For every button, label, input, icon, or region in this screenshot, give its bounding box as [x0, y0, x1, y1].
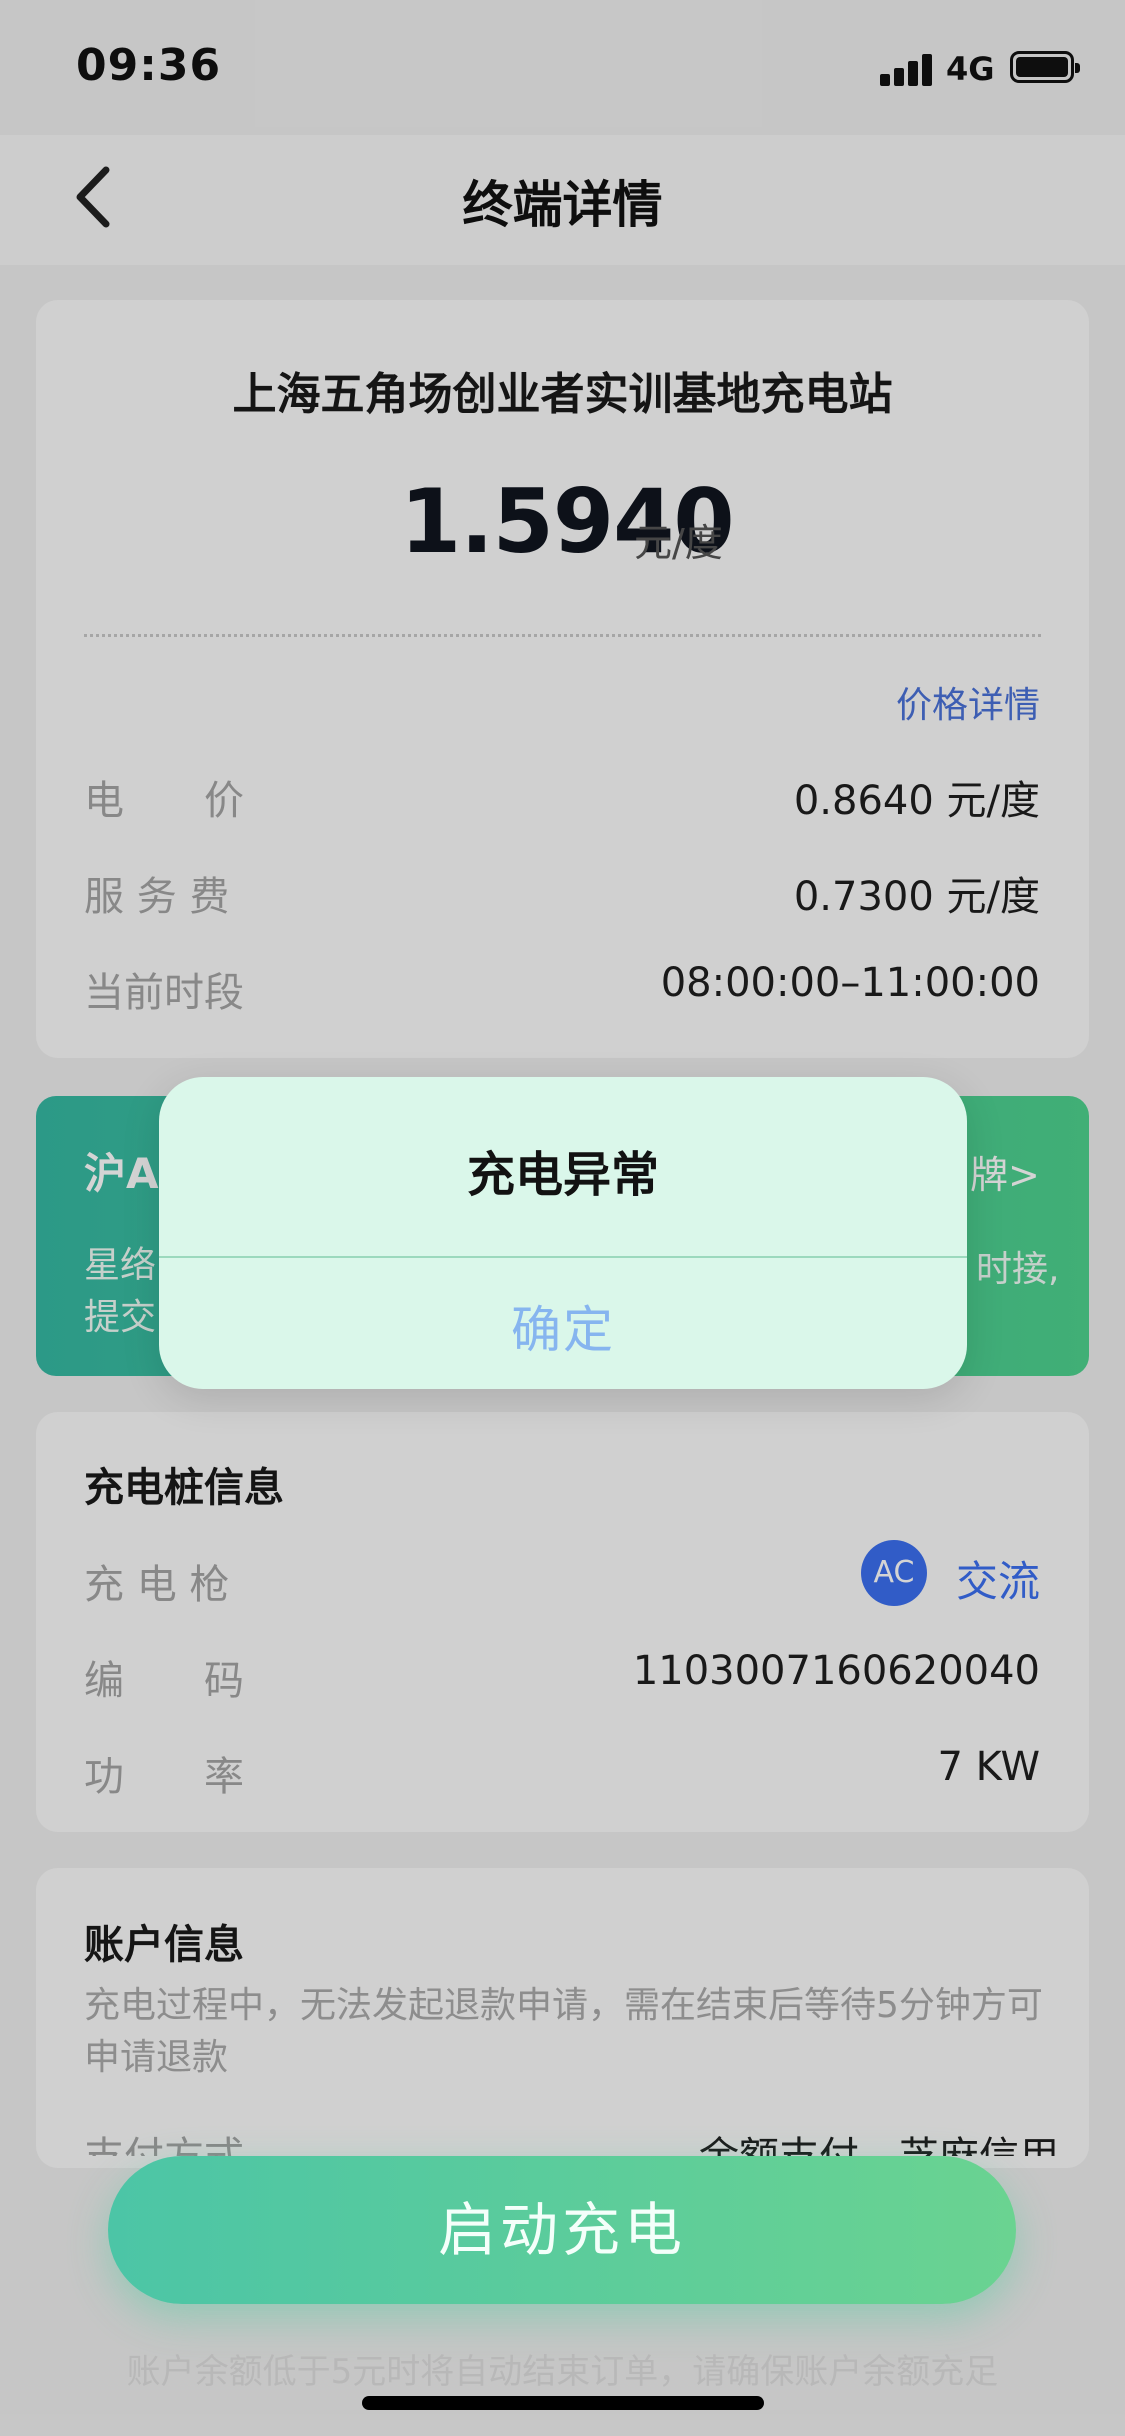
balance-note: 账户余额低于5元时将自动结束订单，请确保账户余额充足 [126, 2352, 999, 2392]
confirm-button[interactable]: 确定 [159, 1290, 967, 1362]
home-indicator[interactable] [362, 2396, 764, 2410]
dialog-title: 充电异常 [466, 1147, 659, 1203]
start-charging-button[interactable]: 启动充电 [108, 2156, 1016, 2304]
dialog-divider [159, 1256, 967, 1258]
